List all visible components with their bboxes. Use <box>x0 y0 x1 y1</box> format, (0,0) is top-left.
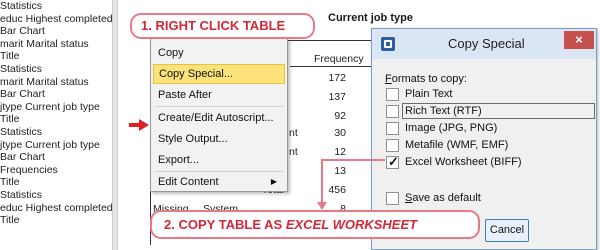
frequency-cell: 92 <box>334 110 346 122</box>
submenu-arrow-icon: ▶ <box>270 177 277 186</box>
menu-item-edit-content[interactable]: Edit Content ▶ <box>153 172 285 192</box>
outline-item[interactable]: Title <box>0 113 112 126</box>
step2-callout: 2. COPY TABLE AS EXCEL WORKSHEET <box>150 210 480 239</box>
format-option-label: Excel Worksheet (BIFF) <box>405 156 522 168</box>
format-option-label: Metafile (WMF, EMF) <box>405 139 509 151</box>
frequency-cell: 13 <box>334 165 346 177</box>
dialog-title: Copy Special <box>448 36 525 51</box>
row-label: nt <box>289 146 298 158</box>
frequency-cell: 12 <box>334 146 346 158</box>
step1-callout: 1. RIGHT CLICK TABLE <box>130 13 315 39</box>
formats-label-rest: ormats to copy: <box>391 73 467 85</box>
frequency-header: Frequency <box>314 53 364 65</box>
outline-item[interactable]: Frequencies <box>0 164 112 177</box>
frequency-cell: 137 <box>328 91 346 103</box>
checkbox[interactable]: ✓ <box>386 154 399 169</box>
cancel-button[interactable]: Cancel <box>485 219 529 242</box>
outline-item[interactable]: Statistics <box>0 0 112 13</box>
outline-item[interactable]: Bar Chart <box>0 151 112 164</box>
outline-item[interactable]: Statistics <box>0 63 112 76</box>
save-default-rest: ave as default <box>412 192 481 204</box>
save-as-default-label: Save as default <box>405 192 481 204</box>
checkbox[interactable] <box>386 139 399 152</box>
outline-item[interactable]: jtype Current job type <box>0 139 112 152</box>
formats-label-hotkey: F <box>385 73 392 85</box>
menu-item-create-edit-autoscript[interactable]: Create/Edit Autoscript... <box>153 108 285 128</box>
checkbox[interactable] <box>386 105 399 118</box>
checkmark-icon: ✓ <box>388 154 399 169</box>
outline-item[interactable]: Bar Chart <box>0 88 112 101</box>
menu-item-copy-special[interactable]: Copy Special... <box>153 64 285 84</box>
frequency-cell: 172 <box>328 72 346 84</box>
checkbox[interactable] <box>386 88 399 101</box>
outline-item[interactable]: Bar Chart <box>0 25 112 38</box>
menu-item-style-output[interactable]: Style Output... <box>153 129 285 149</box>
output-outline-tree: Statistics educ Highest completed Bar Ch… <box>0 0 112 250</box>
menu-item-label: Edit Content <box>158 176 219 188</box>
format-option-label: Plain Text <box>405 88 453 100</box>
step2-callout-emphasis: EXCEL WORKSHEET <box>285 217 418 232</box>
spss-app-icon <box>381 37 395 51</box>
formats-label: Formats to copy: <box>385 73 467 85</box>
format-option-label: Rich Text (RTF) <box>405 105 482 117</box>
outline-item[interactable]: Title <box>0 214 112 227</box>
step2-callout-prefix: 2. COPY TABLE AS <box>164 217 286 232</box>
outline-item[interactable]: educ Highest completed e <box>0 202 112 215</box>
outline-item[interactable]: educ Highest completed <box>0 13 112 26</box>
dialog-title-bar[interactable]: Copy Special × <box>372 29 596 59</box>
outline-item[interactable]: marit Marital status <box>0 76 112 89</box>
outline-item[interactable]: marit Marital status <box>0 38 112 51</box>
menu-item-copy[interactable]: Copy <box>153 43 285 63</box>
outline-item[interactable]: jtype Current job type <box>0 101 112 114</box>
row-label: nt <box>289 127 298 139</box>
menu-separator <box>155 106 283 107</box>
checkbox[interactable] <box>386 122 399 135</box>
menu-item-paste-after[interactable]: Paste After <box>153 85 285 105</box>
format-option-label: Image (JPG, PNG) <box>405 122 498 134</box>
red-right-arrow-icon <box>129 119 149 131</box>
frequency-cell: 30 <box>334 127 346 139</box>
pivot-table-title: Current job type <box>328 12 413 24</box>
table-header-rule <box>290 66 380 67</box>
outline-item[interactable]: Statistics <box>0 126 112 139</box>
outline-item[interactable]: Statistics <box>0 189 112 202</box>
outline-item[interactable]: Title <box>0 50 112 63</box>
frequency-cell: 456 <box>328 184 346 196</box>
outline-item[interactable]: Title <box>0 176 112 189</box>
menu-item-export[interactable]: Export... <box>153 150 285 170</box>
checkbox[interactable] <box>386 192 399 205</box>
context-menu: Copy Copy Special... Paste After Create/… <box>150 38 288 192</box>
close-button[interactable]: × <box>564 31 594 49</box>
